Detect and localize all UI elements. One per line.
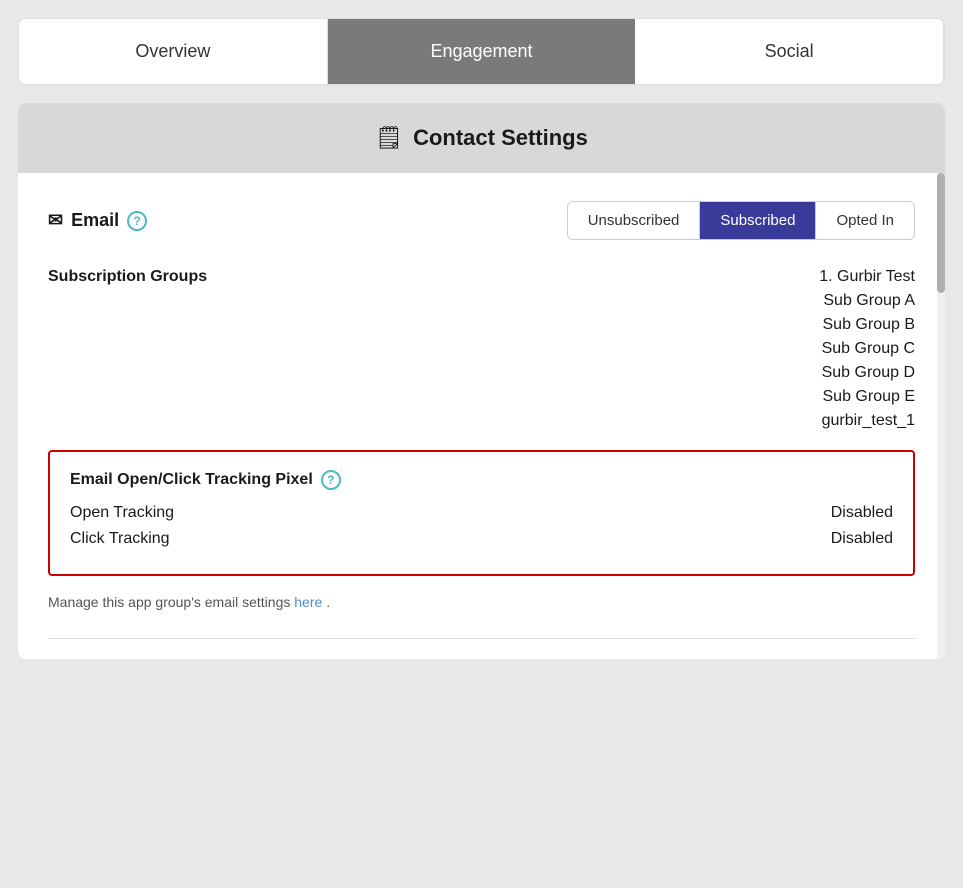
tab-bar: Overview Engagement Social [18,18,945,85]
list-item: gurbir_test_1 [819,412,915,430]
tracking-item-click: Click Tracking Disabled [70,530,893,548]
email-label: ✉ Email ? [48,210,147,231]
click-tracking-label: Click Tracking [70,530,170,548]
footer-text-after: . [326,594,330,610]
contact-settings-header: 🗒 Contact Settings [18,103,945,173]
click-tracking-value: Disabled [831,530,893,548]
divider [48,638,915,639]
list-item: Sub Group C [819,340,915,358]
list-item: 1. Gurbir Test [819,268,915,286]
subscription-groups-row: Subscription Groups 1. Gurbir Test Sub G… [48,268,915,430]
scrollbar-thumb[interactable] [937,173,945,293]
footer-text: Manage this app group's email settings h… [48,594,915,620]
tracking-help-icon[interactable]: ? [321,470,341,490]
tab-overview[interactable]: Overview [19,19,328,84]
toggle-unsubscribed[interactable]: Unsubscribed [568,202,701,239]
open-tracking-value: Disabled [831,504,893,522]
tab-engagement[interactable]: Engagement [328,19,636,84]
toggle-opted-in[interactable]: Opted In [816,202,914,239]
content-area: 🗒 Contact Settings ✉ Email ? Unsubscribe… [18,103,945,659]
list-item: Sub Group E [819,388,915,406]
email-row: ✉ Email ? Unsubscribed Subscribed Opted … [48,201,915,240]
scrollbar-track [937,173,945,659]
toggle-subscribed[interactable]: Subscribed [700,202,816,239]
email-help-icon[interactable]: ? [127,211,147,231]
email-text: Email [71,210,119,231]
footer-link[interactable]: here [294,594,322,610]
tracking-section: Email Open/Click Tracking Pixel ? Open T… [48,450,915,576]
subscription-groups-label: Subscription Groups [48,268,207,286]
list-item: Sub Group D [819,364,915,382]
tracking-title-row: Email Open/Click Tracking Pixel ? [70,470,893,490]
subscription-toggle: Unsubscribed Subscribed Opted In [567,201,915,240]
contact-settings-title: Contact Settings [413,125,588,151]
open-tracking-label: Open Tracking [70,504,174,522]
settings-icon: 🗒 [375,125,403,151]
tracking-item-open: Open Tracking Disabled [70,504,893,522]
settings-body: ✉ Email ? Unsubscribed Subscribed Opted … [18,173,945,659]
list-item: Sub Group B [819,316,915,334]
footer-text-before: Manage this app group's email settings [48,594,290,610]
email-icon: ✉ [48,210,63,231]
groups-list: 1. Gurbir Test Sub Group A Sub Group B S… [819,268,915,430]
tracking-title: Email Open/Click Tracking Pixel [70,471,313,489]
list-item: Sub Group A [819,292,915,310]
tab-social[interactable]: Social [635,19,944,84]
